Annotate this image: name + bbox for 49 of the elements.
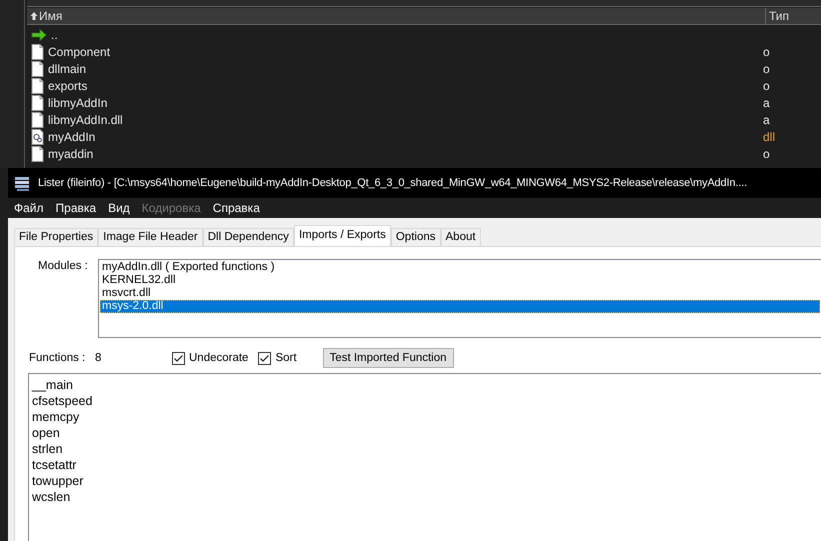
file-type: o [763,62,770,76]
function-item[interactable]: __main [32,377,821,393]
file-name[interactable]: Component [48,44,110,58]
file-name[interactable]: libmyAddIn [48,96,108,110]
file-name[interactable]: myaddin [48,146,94,160]
file-name[interactable]: myAddIn [48,130,96,144]
file-type: dll [763,130,776,144]
module-item[interactable]: msvcrt.dll [100,287,820,300]
function-item[interactable]: cfsetspeed [32,393,821,409]
tab[interactable]: Image File Header [98,228,203,246]
function-item[interactable]: wcslen [32,489,821,505]
menu-item[interactable]: Правка [50,201,102,215]
window-title: Lister (fileinfo) - [C:\msys64\home\Eugene\build-myAddIn-Desktop_Qt_6_3_0_shared_MinGW_w64_MINGW64_MSYS2-Release\release\myAddIn.... [38,177,747,189]
tab[interactable]: File Properties [14,228,98,246]
test-imported-function-button[interactable]: Test Imported Function [322,348,454,368]
function-item[interactable]: towupper [32,473,821,489]
checkbox[interactable] [258,352,272,364]
checkbox[interactable] [172,352,185,364]
function-item[interactable]: memcpy [32,409,821,425]
module-item[interactable]: KERNEL32.dll [100,274,820,287]
column-header[interactable]: Тип [766,8,821,24]
file-type: a [763,96,770,110]
checkbox-label[interactable]: Undecorate [189,352,248,364]
tab[interactable]: Options [390,228,440,246]
tab[interactable]: About [440,228,481,246]
file-type: a [763,112,770,126]
function-item[interactable]: open [32,425,821,441]
app-icon [14,174,30,192]
menu-item[interactable]: Справка [206,201,266,215]
file-name[interactable]: dllmain [48,62,86,76]
functions-label: Functions : [29,352,86,364]
function-item[interactable]: tcsetattr [32,457,821,473]
modules-label: Modules : [37,259,89,274]
function-item[interactable]: strlen [32,441,821,457]
tab[interactable]: Dll Dependency [202,228,294,246]
checkbox-label[interactable]: Sort [275,352,297,364]
menu-item[interactable]: Файл [8,201,50,215]
module-item[interactable]: msys-2.0.dll [100,300,820,313]
file-name[interactable]: exports [48,78,88,92]
column-header[interactable]: Имя [27,8,766,24]
file-type: o [763,44,770,58]
tab[interactable]: Imports / Exports [294,225,391,246]
function-count: 8 [95,352,102,364]
file-type: o [763,78,770,92]
file-name[interactable]: .. [51,28,58,42]
menu-item[interactable]: Вид [102,201,136,215]
file-type: o [763,146,770,160]
file-name[interactable]: libmyAddIn.dll [48,112,123,126]
module-item[interactable]: myAddIn.dll ( Exported functions ) [100,261,820,274]
